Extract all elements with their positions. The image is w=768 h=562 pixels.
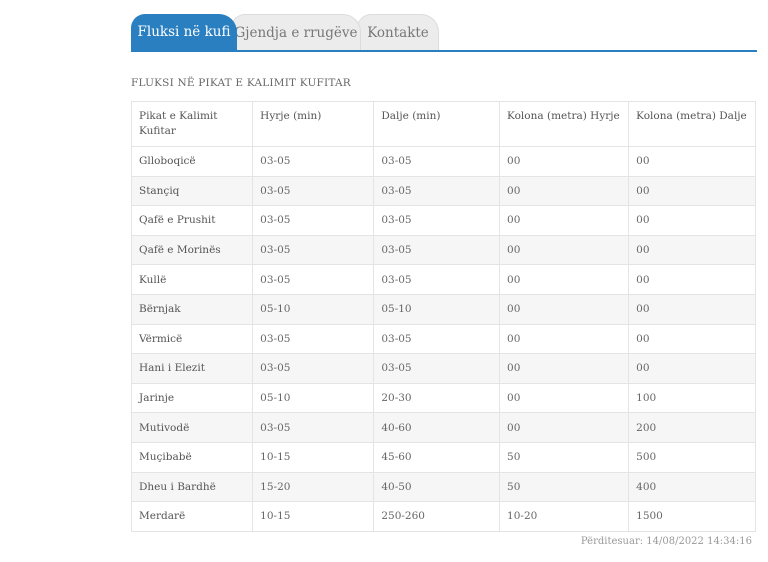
table-row: Merdarë 10-15 250-260 10-20 1500 bbox=[130, 501, 756, 532]
tab-gjendja-e-rrugeve[interactable]: Gjendja e rrugëve bbox=[231, 14, 361, 50]
cell-entry-min: 10-15 bbox=[252, 441, 375, 473]
table-row: Vërmicë 03-05 03-05 00 00 bbox=[130, 323, 756, 355]
tab-kontakte[interactable]: Kontakte bbox=[357, 14, 439, 50]
tab-bar: Kontakte Gjendja e rrugëve Fluksi në kuf… bbox=[131, 12, 757, 52]
table-row: Dheu i Bardhë 15-20 40-50 50 400 bbox=[130, 471, 756, 503]
table-row: Qafë e Morinës 03-05 03-05 00 00 bbox=[130, 234, 756, 266]
cell-exit-min: 250-260 bbox=[373, 501, 501, 532]
cell-queue-exit: 00 bbox=[628, 353, 756, 384]
cell-exit-min: 40-60 bbox=[373, 412, 501, 443]
cell-crossing-point: Glloboqicë bbox=[130, 146, 254, 177]
cell-entry-min: 03-05 bbox=[252, 323, 375, 355]
cell-exit-min: 05-10 bbox=[373, 293, 501, 325]
cell-crossing-point: Qafë e Prushit bbox=[130, 205, 254, 236]
cell-queue-exit: 00 bbox=[628, 234, 756, 266]
cell-exit-min: 03-05 bbox=[373, 175, 501, 207]
cell-queue-entry: 00 bbox=[499, 264, 630, 295]
cell-entry-min: 03-05 bbox=[252, 353, 375, 384]
cell-exit-min: 03-05 bbox=[373, 264, 501, 295]
cell-queue-exit: 00 bbox=[628, 323, 756, 355]
section-title: FLUKSI NË PIKAT E KALIMIT KUFITAR bbox=[131, 77, 351, 89]
cell-queue-exit: 400 bbox=[628, 471, 756, 503]
table-row: Muçibabë 10-15 45-60 50 500 bbox=[130, 441, 756, 473]
column-header-queue-exit: Kolona (metra) Dalje bbox=[628, 101, 756, 147]
table-row: Bërnjak 05-10 05-10 00 00 bbox=[130, 293, 756, 325]
cell-entry-min: 05-10 bbox=[252, 382, 375, 414]
table-row: Kullë 03-05 03-05 00 00 bbox=[130, 264, 756, 295]
table-header-row: Pikat e Kalimit Kufitar Hyrje (min) Dalj… bbox=[130, 101, 756, 147]
cell-queue-exit: 00 bbox=[628, 175, 756, 207]
cell-queue-entry: 10-20 bbox=[499, 501, 630, 532]
cell-exit-min: 45-60 bbox=[373, 441, 501, 473]
cell-exit-min: 03-05 bbox=[373, 323, 501, 355]
last-updated-timestamp: Përditesuar: 14/08/2022 14:34:16 bbox=[580, 536, 752, 547]
cell-queue-entry: 00 bbox=[499, 382, 630, 414]
cell-crossing-point: Jarinje bbox=[130, 382, 254, 414]
table-row: Hani i Elezit 03-05 03-05 00 00 bbox=[130, 353, 756, 384]
cell-crossing-point: Qafë e Morinës bbox=[130, 234, 254, 266]
cell-queue-exit: 100 bbox=[628, 382, 756, 414]
table-row: Mutivodë 03-05 40-60 00 200 bbox=[130, 412, 756, 443]
cell-queue-exit: 00 bbox=[628, 146, 756, 177]
cell-entry-min: 03-05 bbox=[252, 234, 375, 266]
cell-queue-entry: 50 bbox=[499, 471, 630, 503]
cell-queue-exit: 1500 bbox=[628, 501, 756, 532]
cell-crossing-point: Kullë bbox=[130, 264, 254, 295]
cell-entry-min: 03-05 bbox=[252, 205, 375, 236]
cell-queue-entry: 00 bbox=[499, 412, 630, 443]
column-header-crossing-point: Pikat e Kalimit Kufitar bbox=[130, 101, 254, 147]
cell-entry-min: 15-20 bbox=[252, 471, 375, 503]
tab-fluksi-ne-kufi[interactable]: Fluksi në kufi bbox=[131, 14, 237, 50]
cell-queue-entry: 00 bbox=[499, 146, 630, 177]
cell-crossing-point: Mutivodë bbox=[130, 412, 254, 443]
table-row: Stançiq 03-05 03-05 00 00 bbox=[130, 175, 756, 207]
cell-queue-entry: 00 bbox=[499, 293, 630, 325]
cell-entry-min: 03-05 bbox=[252, 146, 375, 177]
cell-exit-min: 03-05 bbox=[373, 205, 501, 236]
cell-queue-entry: 00 bbox=[499, 234, 630, 266]
cell-entry-min: 03-05 bbox=[252, 264, 375, 295]
cell-queue-exit: 00 bbox=[628, 293, 756, 325]
cell-crossing-point: Bërnjak bbox=[130, 293, 254, 325]
cell-exit-min: 03-05 bbox=[373, 146, 501, 177]
column-header-exit-min: Dalje (min) bbox=[373, 101, 501, 147]
cell-entry-min: 03-05 bbox=[252, 412, 375, 443]
column-header-entry-min: Hyrje (min) bbox=[252, 101, 375, 147]
table-row: Glloboqicë 03-05 03-05 00 00 bbox=[130, 146, 756, 177]
column-header-queue-entry: Kolona (metra) Hyrje bbox=[499, 101, 630, 147]
cell-exit-min: 03-05 bbox=[373, 353, 501, 384]
cell-queue-entry: 00 bbox=[499, 205, 630, 236]
cell-exit-min: 40-50 bbox=[373, 471, 501, 503]
cell-exit-min: 20-30 bbox=[373, 382, 501, 414]
cell-crossing-point: Hani i Elezit bbox=[130, 353, 254, 384]
cell-entry-min: 05-10 bbox=[252, 293, 375, 325]
cell-queue-exit: 500 bbox=[628, 441, 756, 473]
cell-queue-entry: 00 bbox=[499, 353, 630, 384]
cell-crossing-point: Dheu i Bardhë bbox=[130, 471, 254, 503]
cell-entry-min: 10-15 bbox=[252, 501, 375, 532]
cell-queue-exit: 200 bbox=[628, 412, 756, 443]
cell-queue-exit: 00 bbox=[628, 205, 756, 236]
cell-crossing-point: Merdarë bbox=[130, 501, 254, 532]
table-row: Qafë e Prushit 03-05 03-05 00 00 bbox=[130, 205, 756, 236]
cell-queue-entry: 00 bbox=[499, 175, 630, 207]
cell-queue-entry: 50 bbox=[499, 441, 630, 473]
cell-entry-min: 03-05 bbox=[252, 175, 375, 207]
cell-crossing-point: Muçibabë bbox=[130, 441, 254, 473]
table-row: Jarinje 05-10 20-30 00 100 bbox=[130, 382, 756, 414]
cell-queue-exit: 00 bbox=[628, 264, 756, 295]
cell-crossing-point: Vërmicë bbox=[130, 323, 254, 355]
table-body: Glloboqicë 03-05 03-05 00 00 Stançiq 03-05 03-0… bbox=[130, 146, 756, 532]
border-flow-table: Pikat e Kalimit Kufitar Hyrje (min) Dalj… bbox=[130, 101, 756, 532]
cell-exit-min: 03-05 bbox=[373, 234, 501, 266]
cell-queue-entry: 00 bbox=[499, 323, 630, 355]
cell-crossing-point: Stançiq bbox=[130, 175, 254, 207]
